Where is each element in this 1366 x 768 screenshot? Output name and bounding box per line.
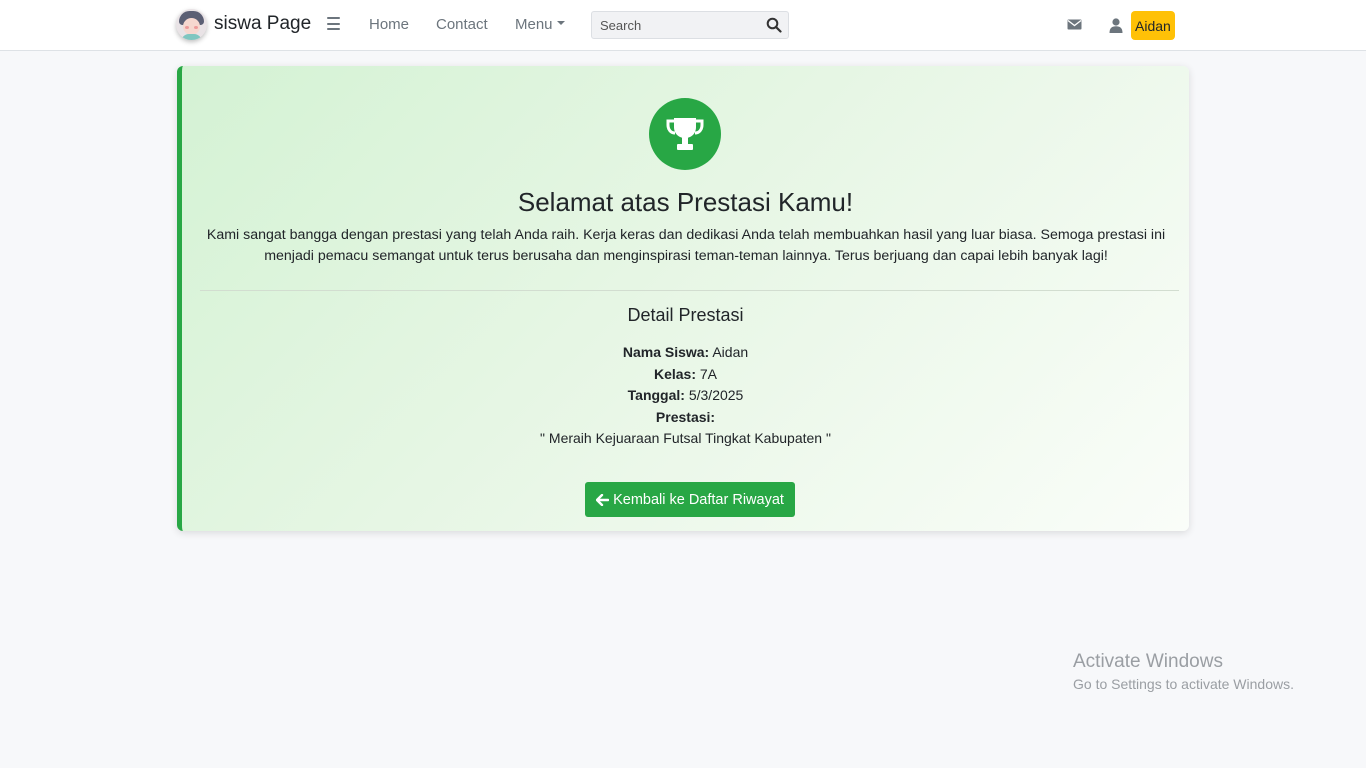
caret-down-icon bbox=[556, 21, 565, 26]
avatar bbox=[176, 8, 207, 40]
detail-label: Kelas: bbox=[653, 365, 696, 382]
search-form bbox=[591, 11, 789, 39]
congrats-message: Kami sangat bangga dengan prestasi yang … bbox=[206, 227, 1166, 264]
user-menu[interactable]: Aidan bbox=[1109, 11, 1175, 40]
detail-value: Aidan bbox=[712, 344, 749, 360]
brand-text: siswa Page bbox=[214, 13, 312, 34]
back-to-history-button[interactable]: Kembali ke Daftar Riwayat bbox=[585, 482, 795, 517]
envelope-icon[interactable] bbox=[1067, 17, 1082, 32]
detail-row-tanggal: Tanggal: 5/3/2025 bbox=[182, 385, 1189, 407]
detail-row-kelas: Kelas: 7A bbox=[182, 364, 1189, 386]
watermark-subtitle: Go to Settings to activate Windows. bbox=[1073, 676, 1294, 692]
arrow-left-icon bbox=[596, 493, 610, 506]
nav-menu-dropdown[interactable]: Menu bbox=[515, 16, 565, 33]
hamburger-icon[interactable] bbox=[327, 17, 340, 30]
trophy-badge bbox=[649, 98, 721, 170]
search-icon[interactable] bbox=[766, 17, 782, 33]
divider bbox=[200, 290, 1179, 291]
user-name-badge[interactable]: Aidan bbox=[1131, 11, 1175, 40]
search-input[interactable] bbox=[592, 12, 762, 38]
detail-row-prestasi: Prestasi: bbox=[182, 407, 1189, 429]
top-navbar: siswa Page Home Contact Menu Aidan bbox=[0, 0, 1366, 51]
trophy-icon bbox=[666, 118, 704, 150]
back-button-label: Kembali ke Daftar Riwayat bbox=[613, 491, 784, 508]
detail-label: Nama Siswa: bbox=[622, 344, 710, 360]
achievement-card: Selamat atas Prestasi Kamu! Kami sangat … bbox=[177, 66, 1189, 531]
detail-value: 7A bbox=[699, 365, 718, 382]
detail-row-nama: Nama Siswa: Aidan bbox=[182, 342, 1189, 364]
watermark-title: Activate Windows bbox=[1073, 651, 1223, 672]
prestasi-text: " Meraih Kejuaraan Futsal Tingkat Kabupa… bbox=[540, 430, 831, 446]
brand-link[interactable]: siswa Page bbox=[176, 8, 311, 40]
detail-heading: Detail Prestasi bbox=[627, 305, 744, 325]
detail-list: Nama Siswa: Aidan Kelas: 7A Tanggal: 5/3… bbox=[182, 342, 1189, 450]
nav-contact-link[interactable]: Contact bbox=[436, 16, 488, 33]
congrats-heading: Selamat atas Prestasi Kamu! bbox=[517, 187, 854, 217]
nav-menu-label: Menu bbox=[515, 16, 553, 33]
detail-value: 5/3/2025 bbox=[688, 387, 744, 403]
user-icon bbox=[1109, 18, 1123, 33]
detail-label: Prestasi: bbox=[655, 408, 716, 425]
activation-watermark: Activate Windows Go to Settings to activ… bbox=[1073, 651, 1294, 692]
detail-label: Tanggal: bbox=[627, 387, 685, 403]
nav-home-link[interactable]: Home bbox=[369, 16, 409, 33]
